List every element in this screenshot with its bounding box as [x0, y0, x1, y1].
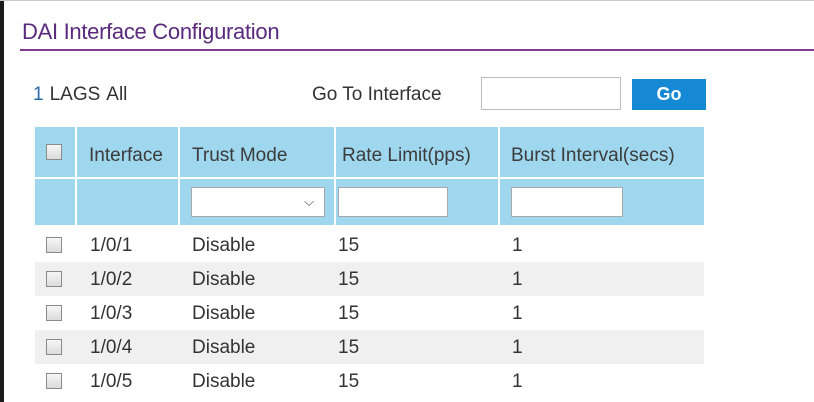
row-checkbox[interactable] [46, 339, 62, 355]
cell-trust-mode: Disable [192, 269, 256, 290]
go-button[interactable]: Go [632, 79, 706, 110]
chevron-down-icon: ⌵ [304, 194, 314, 209]
table-filter-row: ⌵ [35, 179, 704, 225]
burst-interval-input[interactable] [511, 187, 623, 217]
cell-rate-limit: 15 [338, 303, 360, 324]
cell-interface: 1/0/4 [90, 337, 133, 358]
cell-interface: 1/0/5 [90, 371, 133, 392]
row-checkbox[interactable] [46, 373, 62, 389]
left-border [0, 0, 4, 402]
cell-trust-mode: Disable [192, 337, 256, 358]
cell-burst-interval: 1 [512, 269, 523, 290]
cell-burst-interval: 1 [512, 235, 523, 256]
cell-interface: 1/0/1 [90, 235, 133, 256]
select-all-checkbox[interactable] [46, 144, 62, 160]
table-row[interactable]: 1/0/2 Disable 15 1 [35, 262, 704, 296]
header-interface[interactable]: Interface [89, 145, 163, 167]
cell-trust-mode: Disable [192, 303, 256, 324]
page-title: DAI Interface Configuration [22, 19, 280, 44]
cell-rate-limit: 15 [338, 235, 360, 256]
header-burst-interval[interactable]: Burst Interval(secs) [511, 145, 675, 167]
table-header-row: Interface Trust Mode Rate Limit(pps) Bur… [35, 127, 704, 177]
table-row[interactable]: 1/0/1 Disable 15 1 [35, 228, 704, 262]
cell-rate-limit: 15 [338, 371, 360, 392]
title-underline [20, 49, 814, 51]
cell-rate-limit: 15 [338, 337, 360, 358]
cell-trust-mode: Disable [192, 371, 256, 392]
rate-limit-input[interactable] [338, 187, 448, 217]
goto-interface-label: Go To Interface [312, 84, 442, 105]
interface-filter: 1 LAGS All [33, 84, 127, 106]
table-row[interactable]: 1/0/5 Disable 15 1 [35, 364, 704, 398]
top-border [0, 0, 814, 1]
row-checkbox[interactable] [46, 237, 62, 253]
trust-mode-select[interactable]: ⌵ [191, 187, 325, 217]
row-checkbox[interactable] [46, 271, 62, 287]
filter-all-link[interactable]: All [106, 84, 127, 105]
header-trust-mode[interactable]: Trust Mode [192, 145, 287, 167]
cell-interface: 1/0/2 [90, 269, 133, 290]
filter-lags-link[interactable]: LAGS [50, 84, 101, 105]
row-checkbox[interactable] [46, 305, 62, 321]
goto-interface-input[interactable] [481, 77, 621, 110]
header-rate-limit[interactable]: Rate Limit(pps) [342, 145, 471, 167]
table-row[interactable]: 1/0/3 Disable 15 1 [35, 296, 704, 330]
filter-unit-1-link[interactable]: 1 [33, 84, 44, 105]
cell-interface: 1/0/3 [90, 303, 133, 324]
table-row[interactable]: 1/0/4 Disable 15 1 [35, 330, 704, 364]
cell-burst-interval: 1 [512, 303, 523, 324]
cell-trust-mode: Disable [192, 235, 256, 256]
cell-burst-interval: 1 [512, 337, 523, 358]
cell-rate-limit: 15 [338, 269, 360, 290]
cell-burst-interval: 1 [512, 371, 523, 392]
